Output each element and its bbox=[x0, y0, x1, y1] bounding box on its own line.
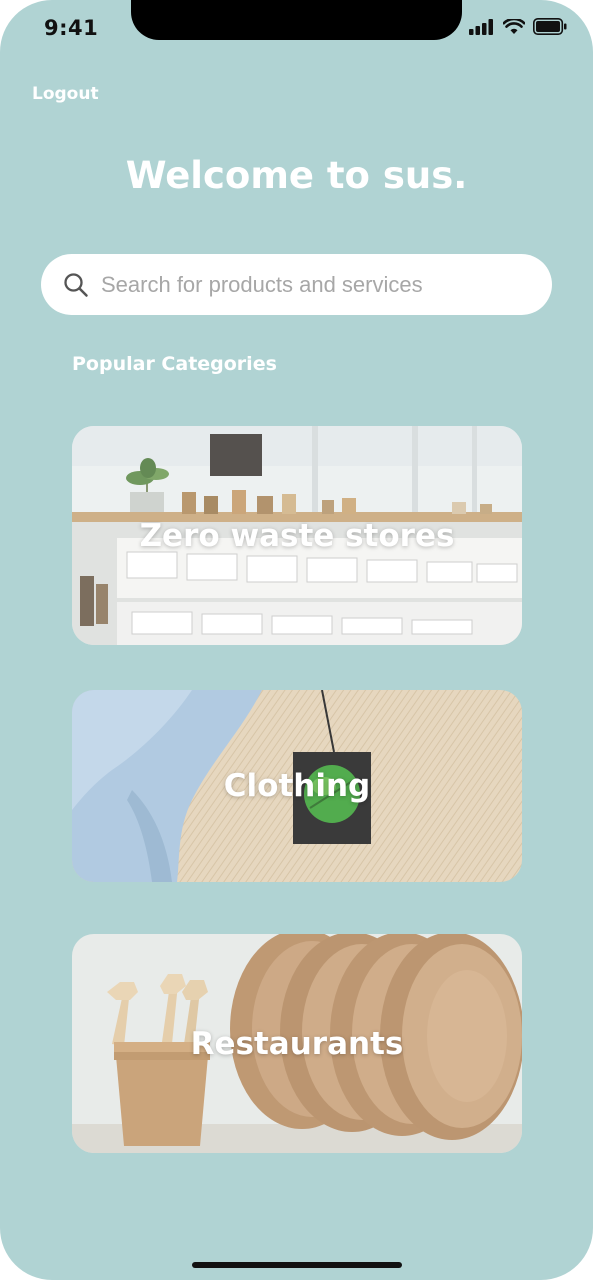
status-icons bbox=[469, 18, 567, 35]
category-label: Zero waste stores bbox=[139, 517, 455, 554]
notch bbox=[131, 0, 462, 40]
logout-button[interactable]: Logout bbox=[32, 84, 99, 104]
category-label: Restaurants bbox=[190, 1025, 404, 1062]
battery-icon bbox=[533, 18, 567, 35]
category-card-restaurants[interactable]: Restaurants bbox=[72, 934, 522, 1153]
category-card-clothing[interactable]: Clothing bbox=[72, 690, 522, 882]
search-bar[interactable] bbox=[41, 254, 552, 315]
home-indicator bbox=[192, 1262, 402, 1268]
wifi-icon bbox=[503, 18, 525, 34]
status-time: 9:41 bbox=[44, 16, 99, 40]
welcome-title: Welcome to sus. bbox=[125, 154, 468, 197]
search-input[interactable] bbox=[99, 270, 533, 299]
search-icon bbox=[64, 272, 88, 297]
section-title: Popular Categories bbox=[72, 353, 277, 375]
signal-icon bbox=[469, 18, 493, 35]
phone-screen: 9:41 Logout Welcome to sus. Popular Cate… bbox=[0, 0, 593, 1280]
category-label: Clothing bbox=[223, 768, 371, 804]
category-card-zero-waste-stores[interactable]: Zero waste stores bbox=[72, 426, 522, 645]
